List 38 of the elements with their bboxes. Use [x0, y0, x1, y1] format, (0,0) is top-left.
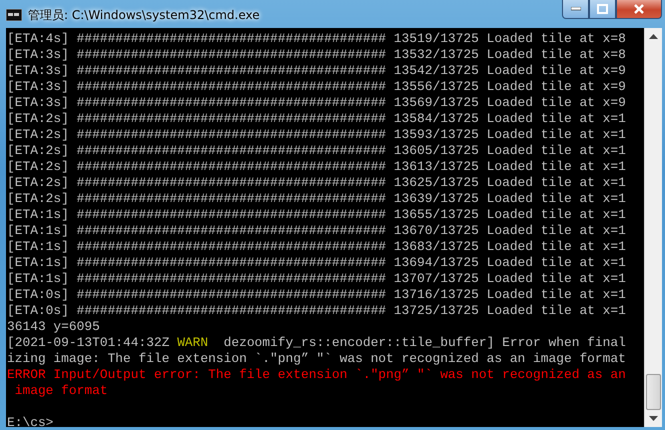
console-text: [ETA:3s] ######################################## 13569/13725 Loaded tile at x=9 [7, 95, 626, 110]
console-text: WARN [177, 335, 208, 350]
scroll-down-icon[interactable] [649, 416, 658, 421]
maximize-button[interactable] [589, 0, 616, 19]
console-text: E:\cs> [7, 415, 54, 427]
console-text: [2021-09-13T01:44:32Z [7, 335, 170, 350]
console-text: [ETA:3s] ######################################## 13532/13725 Loaded tile at x=8 [7, 47, 626, 62]
scroll-up-icon[interactable] [649, 34, 658, 39]
console-text: [ETA:1s] ######################################## 13655/13725 Loaded tile at x=1 [7, 207, 626, 222]
console-text: izing image: The file extension `."png” "` was not recognized as an image format [7, 351, 626, 366]
scroll-thumb[interactable] [646, 374, 661, 410]
console-text: [ETA:0s] ######################################## 13725/13725 Loaded tile at x=1 [7, 303, 626, 318]
console-text: [ETA:3s] ######################################## 13556/13725 Loaded tile at x=9 [7, 79, 626, 94]
console-icon [6, 9, 22, 21]
console-text: [ETA:2s] ######################################## 13605/13725 Loaded tile at x=1 [7, 143, 626, 158]
close-icon [633, 4, 645, 14]
close-button[interactable] [616, 0, 662, 19]
console-text: [ETA:1s] ######################################## 13694/13725 Loaded tile at x=1 [7, 255, 626, 270]
scrollbar[interactable] [644, 28, 662, 427]
window-title: 管理员: C:\Windows\system32\cmd.exe [28, 7, 260, 24]
console-text: [ETA:2s] ######################################## 13613/13725 Loaded tile at x=1 [7, 159, 626, 174]
console-text: image format [14, 383, 108, 398]
console-text: 36143 y=6095 [7, 319, 100, 334]
console-text: [ETA:1s] ######################################## 13670/13725 Loaded tile at x=1 [7, 223, 626, 238]
console-text: [ETA:1s] ######################################## 13707/13725 Loaded tile at x=1 [7, 271, 626, 286]
console-text: [ETA:1s] ######################################## 13683/13725 Loaded tile at x=1 [7, 239, 626, 254]
console-text: [ETA:2s] ######################################## 13639/13725 Loaded tile at x=1 [7, 191, 626, 206]
console-text: [ETA:3s] ######################################## 13542/13725 Loaded tile at x=9 [7, 63, 626, 78]
console-text: dezoomify_rs::encoder::tile_buffer] Error when final [222, 335, 626, 350]
console-text: [ETA:2s] ######################################## 13584/13725 Loaded tile at x=1 [7, 111, 626, 126]
console-text: [ETA:2s] ######################################## 13625/13725 Loaded tile at x=1 [7, 175, 626, 190]
console-text: ERROR Input/Output error: The file extension `."png” "` was not recognized as an [7, 367, 626, 382]
maximize-icon [597, 4, 608, 14]
minimize-icon [570, 7, 580, 11]
console-text: [ETA:2s] ######################################## 13593/13725 Loaded tile at x=1 [7, 127, 626, 142]
console-text: [ETA:4s] ######################################## 13519/13725 Loaded tile at x=8 [7, 31, 626, 46]
console-text: [ETA:0s] ######################################## 13716/13725 Loaded tile at x=1 [7, 287, 626, 302]
minimize-button[interactable] [562, 0, 589, 19]
